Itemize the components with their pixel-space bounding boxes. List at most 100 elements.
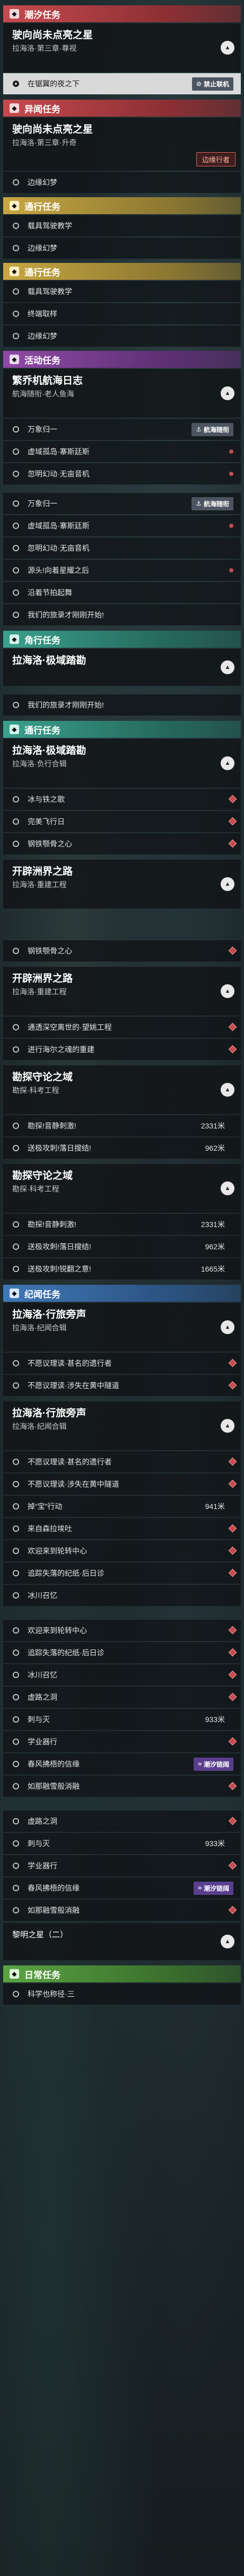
collapse-toggle-icon[interactable]: ▲	[221, 1083, 234, 1097]
step-label: 边缘幻梦	[28, 244, 57, 252]
quest-card[interactable]: 拉海洛·行旅旁声 拉海洛·纪闻合辑 ▲	[3, 1303, 241, 1352]
quest-step[interactable]: 如那融雪般消融	[3, 1900, 241, 1921]
quest-step[interactable]: 送极攻刺!落日搜结! 962米	[3, 1236, 241, 1257]
quest-card[interactable]: 拉海洛·极域踏勘 拉海洛·负行合辑 ▲	[3, 739, 241, 788]
quest-card[interactable]: 繁乔机航海日志 航海随衔·老人鱼海 ▲	[3, 369, 241, 418]
category-header-pass[interactable]: ◆ 通行任务	[3, 263, 241, 280]
quest-step[interactable]: 载具驾驶教学	[3, 215, 241, 236]
quest-step[interactable]: 掉“宝”行动 941米	[3, 1496, 241, 1517]
step-marker-icon	[13, 702, 19, 708]
quest-step[interactable]: 我们的旅录才刚刚开始!	[3, 604, 241, 625]
category-header-pass[interactable]: ◆ 通行任务	[3, 721, 241, 738]
quest-step[interactable]: 不愿议理读·甚名的遗行者	[3, 1353, 241, 1374]
quest-step[interactable]: 学业器行	[3, 1855, 241, 1876]
quest-step[interactable]: 我们的旅录才刚刚开始!	[3, 694, 241, 716]
quest-step[interactable]: 不愿议理读·涉失在黄中隧道	[3, 1375, 241, 1396]
quest-card[interactable]: 开辟洲界之路 拉海洛·重建工程 ▲	[3, 967, 241, 1016]
quest-subtitle: 拉海洛·纪闻合辑	[12, 1422, 67, 1431]
quest-step[interactable]: 欢迎来到轮转中心	[3, 1620, 241, 1641]
quest-step[interactable]: 冰川召忆	[3, 1585, 241, 1606]
quest-step[interactable]: 完美飞行日	[3, 811, 241, 832]
collapse-toggle-icon[interactable]: ▲	[221, 984, 234, 998]
quest-card[interactable]: 驶向尚未点亮之星 拉海洛·第三章·尊视 ▲	[3, 23, 241, 72]
quest-step[interactable]: 追踪失落的纪纸·后日诊	[3, 1563, 241, 1584]
quest-step[interactable]: 不愿议理读·甚名的遗行者	[3, 1451, 241, 1472]
quest-step[interactable]: 送极攻刺!落日搜结! 962米	[3, 1137, 241, 1159]
quest-step[interactable]: 虚路之洞	[3, 1687, 241, 1708]
quest-step[interactable]: 不愿议理读·涉失在黄中隧道	[3, 1474, 241, 1495]
quest-step[interactable]: 科学也称径·三	[3, 1983, 241, 2005]
quest-step[interactable]: 忽明幻动·无亩音机	[3, 463, 241, 484]
category-header-chronicle[interactable]: ◆ 纪闻任务	[3, 1285, 241, 1302]
quest-step[interactable]: 沿着节拍起舞	[3, 582, 241, 603]
step-marker-icon	[13, 1739, 19, 1745]
quest-card[interactable]: 勘探守论之域 勘探·科考工程 ▲	[3, 1164, 241, 1213]
quest-step[interactable]: 虚域孤岛·寨斯廷斯	[3, 515, 241, 536]
collapse-toggle-icon[interactable]: ▲	[221, 660, 234, 674]
quest-card[interactable]: 黎明之星（二） ▲	[3, 1923, 241, 1960]
quest-card[interactable]: 拉海洛·极域踏勘 ▲	[3, 649, 241, 686]
quest-step[interactable]: 刺与灭 933米	[3, 1709, 241, 1730]
quest-step[interactable]: 春风拂梧的信缘 ≈ 潮汐链阔	[3, 1877, 241, 1899]
collapse-toggle-icon[interactable]: ▲	[221, 1419, 234, 1433]
distance-label: 2331米	[201, 1122, 225, 1130]
quest-step[interactable]: 源头!向着星耀之后	[3, 560, 241, 581]
quest-step[interactable]: 边缘幻梦	[3, 172, 241, 193]
quest-step[interactable]: 进行海尔之魂的重建	[3, 1039, 241, 1060]
collapse-toggle-icon[interactable]: ▲	[221, 1935, 234, 1948]
quest-step[interactable]: 终端取样	[3, 303, 241, 324]
quest-step[interactable]: 钢铁颚骨之心	[3, 940, 241, 961]
quest-card[interactable]: 勘探守论之域 勘探·科考工程 ▲	[3, 1065, 241, 1114]
quest-step[interactable]: 虚路之洞	[3, 1811, 241, 1832]
collapse-toggle-icon[interactable]: ▲	[221, 756, 234, 770]
category-header-daily[interactable]: ◆ 日常任务	[3, 1965, 241, 1982]
quest-step[interactable]: 载具驾驶教学	[3, 281, 241, 302]
step-marker-icon	[13, 500, 19, 507]
category-header-tide[interactable]: ◆ 潮汐任务	[3, 5, 241, 22]
quest-step[interactable]: 冰川召忆	[3, 1664, 241, 1686]
quest-step[interactable]: 欢迎来到轮转中心	[3, 1540, 241, 1562]
distance-label: 941米	[205, 1502, 225, 1511]
step-marker-icon	[13, 1818, 19, 1824]
quest-step[interactable]: 送极攻刺!锐翻之意! 1665米	[3, 1258, 241, 1280]
quest-step[interactable]: 万象归一 ⚓ 航海随衔	[3, 493, 241, 514]
step-marker-icon	[13, 1382, 19, 1389]
quest-step[interactable]: 万象归一 ⚓ 航海随衔	[3, 419, 241, 440]
quest-subtitle: 拉海洛·纪闻合辑	[12, 1324, 67, 1332]
quest-step[interactable]: 在锯翼的夜之下 ⊘ 禁止联机	[3, 73, 241, 94]
category-header-horn[interactable]: ◆ 角行任务	[3, 631, 241, 648]
quest-step[interactable]: 来自森拉埃吐	[3, 1518, 241, 1539]
quest-step[interactable]: 春风拂梧的信缘 ≈ 潮汐链阔	[3, 1753, 241, 1775]
collapse-toggle-icon[interactable]: ▲	[221, 386, 234, 400]
quest-card[interactable]: 驶向尚未点亮之星 拉海洛·第三章·升奇 边缘行者	[3, 118, 241, 171]
collapse-toggle-icon[interactable]: ▲	[221, 877, 234, 891]
quest-step[interactable]: 钢铁颚骨之心	[3, 833, 241, 854]
step-marker-icon	[13, 1145, 19, 1151]
step-label: 边缘幻梦	[28, 178, 57, 187]
category-header-event[interactable]: ◆ 活动任务	[3, 351, 241, 368]
quest-step[interactable]: 边缘幻梦	[3, 237, 241, 259]
quest-card[interactable]: 开辟洲界之路 拉海洛·重建工程 ▲	[3, 860, 241, 908]
quest-step[interactable]: 学业器行	[3, 1731, 241, 1752]
edge-walker-button[interactable]: 边缘行者	[196, 152, 236, 166]
category-header-anomaly[interactable]: ◆ 异闻任务	[3, 100, 241, 117]
category-header-pass[interactable]: ◆ 通行任务	[3, 197, 241, 214]
quest-step[interactable]: 追踪失落的纪纸·后日诊	[3, 1642, 241, 1663]
pass-icon: ◆	[10, 725, 19, 734]
quest-card[interactable]: 拉海洛·行旅旁声 拉海洛·纪闻合辑 ▲	[3, 1401, 241, 1450]
quest-step[interactable]: 勘探!音静刺激! 2331米	[3, 1115, 241, 1136]
quest-step[interactable]: 通透深空离世的·望姚工程	[3, 1017, 241, 1038]
quest-title: 开辟洲界之路	[12, 973, 73, 984]
quest-step[interactable]: 虚域孤岛·寨斯廷斯	[3, 441, 241, 462]
step-marker-icon	[13, 1525, 19, 1532]
collapse-toggle-icon[interactable]: ▲	[221, 1181, 234, 1195]
quest-step[interactable]: 忽明幻动·无亩音机	[3, 537, 241, 559]
collapse-toggle-icon[interactable]: ▲	[221, 41, 234, 55]
quest-step[interactable]: 冰与铁之歌	[3, 789, 241, 810]
step-label: 送极攻刺!锐翻之意!	[28, 1265, 91, 1273]
quest-step[interactable]: 如那融雪般消融	[3, 1776, 241, 1797]
quest-step[interactable]: 刺与灭 933米	[3, 1833, 241, 1854]
quest-step[interactable]: 边缘幻梦	[3, 325, 241, 347]
quest-step[interactable]: 勘探!音静刺激! 2331米	[3, 1214, 241, 1235]
collapse-toggle-icon[interactable]: ▲	[221, 1320, 234, 1334]
